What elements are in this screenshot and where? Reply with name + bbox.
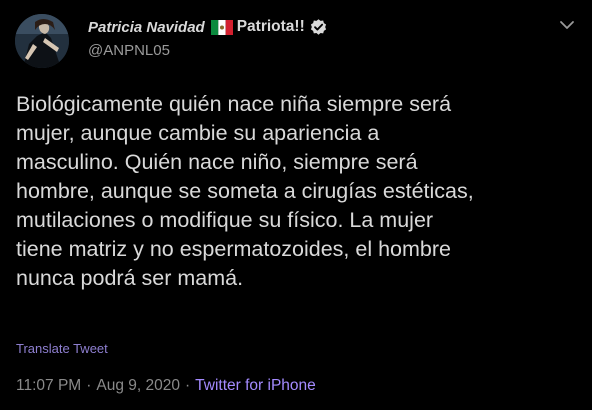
tweet-time[interactable]: 11:07 PM — [16, 377, 81, 394]
tweet-text-line: hombre, aunque se someta a cirugías esté… — [16, 179, 474, 203]
chevron-down-icon[interactable] — [558, 16, 576, 34]
tweet-source-link[interactable]: Twitter for iPhone — [195, 377, 316, 394]
tweet-text: Biológicamente quién nace niña siempre s… — [16, 90, 581, 293]
avatar-image — [15, 14, 69, 68]
tweet-meta: 11:07 PM · Aug 9, 2020 · Twitter for iPhone — [16, 377, 316, 395]
author-display-name[interactable]: Patricia Navidad — [88, 19, 205, 36]
verified-badge-icon — [309, 18, 328, 37]
mexico-flag-icon — [210, 19, 233, 35]
tweet-text-line: masculino. Quién nace niño, siempre será — [16, 150, 418, 174]
tweet-text-line: mutilaciones o modifique su físico. La m… — [16, 208, 434, 232]
avatar[interactable] — [15, 14, 69, 68]
tweet-date[interactable]: Aug 9, 2020 — [96, 377, 180, 394]
tweet-text-line: tiene matriz y no espermatozoides, el ho… — [16, 237, 451, 261]
author-handle[interactable]: @ANPNL05 — [88, 42, 170, 59]
author-display-name-suffix[interactable]: Patriota!! — [237, 18, 305, 36]
author-name-row: Patricia Navidad Patriota!! — [88, 16, 328, 38]
meta-separator: · — [86, 377, 92, 394]
tweet-text-line: nunca podrá ser mamá. — [16, 266, 244, 290]
tweet-text-line: Biológicamente quién nace niña siempre s… — [16, 92, 452, 116]
tweet-text-line: mujer, aunque cambie su apariencia a — [16, 121, 380, 145]
meta-separator: · — [184, 377, 191, 394]
translate-tweet-link[interactable]: Translate Tweet — [16, 341, 108, 356]
